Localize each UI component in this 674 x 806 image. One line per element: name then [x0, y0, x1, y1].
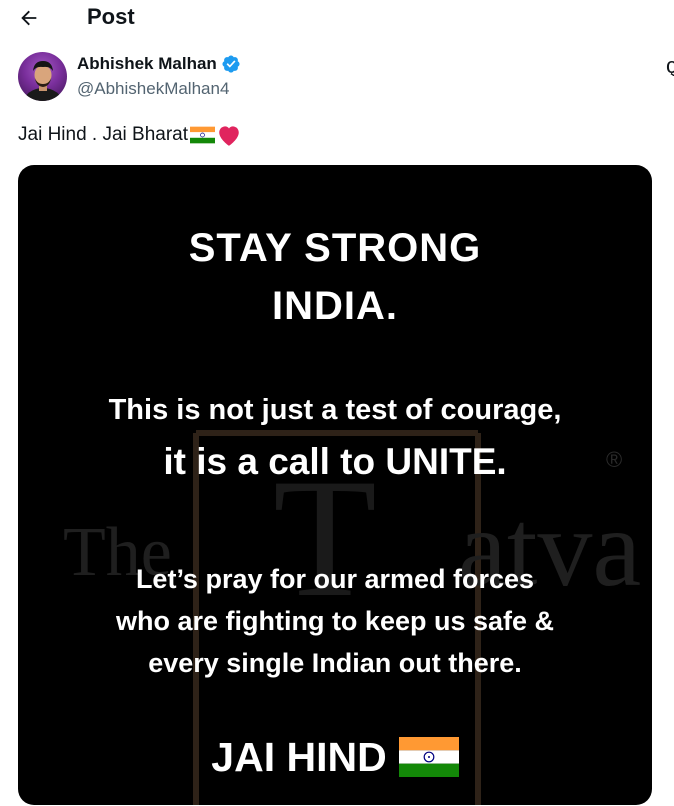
page-title: Post [87, 4, 135, 29]
back-button[interactable] [14, 3, 44, 33]
image-text-line-5: Let’s pray for our armed forces [135, 564, 535, 594]
post-text-body: Jai Hind . Jai Bharat [18, 124, 189, 145]
image-closing-text: JAI HIND [211, 734, 387, 780]
image-text-line-3: This is not just a test of courage, [108, 394, 562, 426]
avatar[interactable] [18, 52, 67, 101]
more-options-icon[interactable]: ç [664, 56, 674, 76]
image-heading-line-2: INDIA. [272, 284, 398, 328]
image-text-line-6: who are fighting to keep us safe & [115, 606, 555, 636]
display-name[interactable]: Abhishek Malhan [77, 53, 217, 75]
image-text-line-4: it is a call to UNITE. [163, 441, 507, 482]
top-bar: Post [0, 0, 674, 36]
post-image[interactable]: The T atva ® STAY STRONG INDIA. This is … [18, 165, 652, 805]
author-handle[interactable]: @AbhishekMalhan4 [77, 78, 229, 100]
post-text: Jai Hind . Jai Bharat [18, 122, 242, 148]
image-closing-line: JAI HIND [18, 733, 652, 781]
arrow-left-icon [21, 10, 37, 26]
verified-badge-icon [222, 55, 240, 73]
author-name-row: Abhishek Malhan [77, 52, 241, 76]
image-heading-line-1: STAY STRONG [188, 226, 482, 270]
india-flag-large-icon [398, 737, 459, 777]
india-flag-icon [190, 126, 216, 144]
red-heart-icon [219, 126, 239, 146]
image-text-line-7: every single Indian out there. [148, 648, 522, 678]
